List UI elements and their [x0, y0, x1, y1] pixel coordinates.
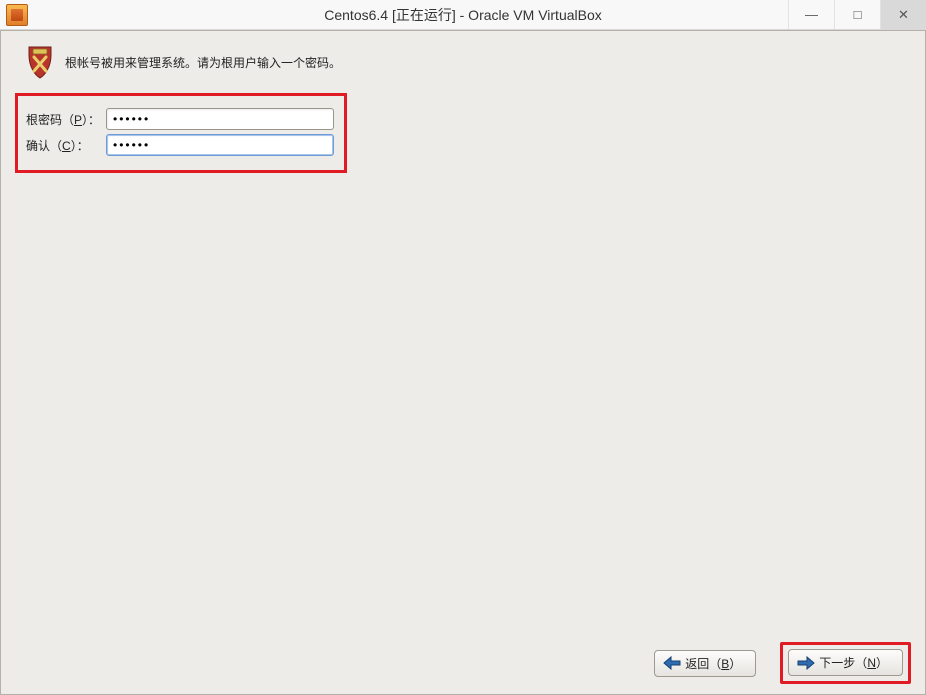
next-label-pre: 下一步（	[819, 656, 867, 670]
root-password-accel: P	[74, 113, 82, 127]
footer-nav: 返回（B） 下一步（N）	[1, 642, 925, 684]
back-arrow-icon	[663, 656, 681, 670]
back-label-post: ）	[729, 657, 741, 671]
window-titlebar: Centos6.4 [正在运行] - Oracle VM VirtualBox …	[0, 0, 926, 30]
confirm-password-label-post: ）：	[71, 139, 89, 153]
next-label-post: ）	[876, 656, 888, 670]
root-password-label-pre: 根密码（	[26, 113, 74, 127]
confirm-password-label-pre: 确认（	[26, 139, 62, 153]
minimize-button[interactable]: —	[788, 0, 834, 29]
forward-arrow-icon	[797, 656, 815, 670]
root-password-row: 根密码（P）：	[26, 108, 334, 130]
close-button[interactable]: ✕	[880, 0, 926, 29]
back-label-pre: 返回（	[685, 657, 721, 671]
root-password-label-post: ）：	[82, 113, 100, 127]
info-row: 根帐号被用来管理系统。请为根用户输入一个密码。	[11, 45, 915, 79]
next-button-highlight: 下一步（N）	[780, 642, 911, 684]
confirm-password-accel: C	[62, 139, 71, 153]
root-password-input[interactable]	[106, 108, 334, 130]
maximize-button[interactable]: □	[834, 0, 880, 29]
next-button-label: 下一步（N）	[819, 654, 888, 671]
confirm-password-label: 确认（C）：	[26, 137, 106, 154]
back-button[interactable]: 返回（B）	[654, 650, 756, 677]
info-message: 根帐号被用来管理系统。请为根用户输入一个密码。	[65, 54, 341, 71]
back-button-label: 返回（B）	[685, 655, 741, 672]
next-accel: N	[867, 656, 876, 670]
root-password-label: 根密码（P）：	[26, 111, 106, 128]
confirm-password-input[interactable]	[106, 134, 334, 156]
confirm-password-row: 确认（C）：	[26, 134, 334, 156]
window-controls: — □ ✕	[788, 0, 926, 29]
virtualbox-icon	[6, 4, 28, 26]
password-form-highlight: 根密码（P）： 确认（C）：	[15, 93, 347, 173]
next-button[interactable]: 下一步（N）	[788, 649, 903, 676]
shield-lock-icon	[25, 45, 55, 79]
guest-content: 根帐号被用来管理系统。请为根用户输入一个密码。 根密码（P）： 确认（C）： 返…	[0, 30, 926, 695]
